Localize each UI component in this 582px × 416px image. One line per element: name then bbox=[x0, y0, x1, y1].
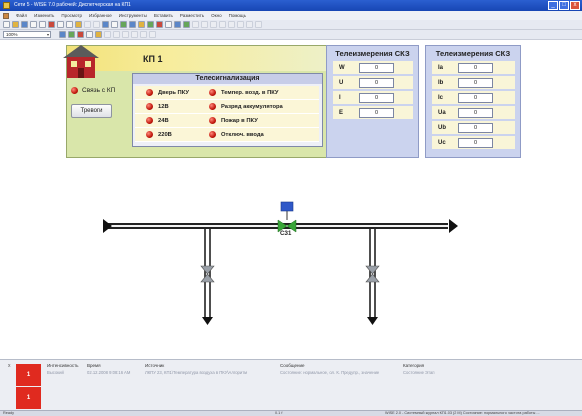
pipeline-schematic bbox=[103, 201, 458, 325]
paste-icon[interactable] bbox=[66, 21, 73, 28]
page-icon[interactable] bbox=[86, 31, 93, 38]
status-right: WISE 2.0 - Системный журнал КП1.03 (2 М)… bbox=[385, 411, 540, 415]
pointer-icon[interactable] bbox=[102, 21, 109, 28]
fit-icon[interactable] bbox=[68, 31, 75, 38]
cell-category: Состояние Этап bbox=[403, 370, 435, 375]
folder-icon[interactable] bbox=[95, 31, 102, 38]
undo-icon[interactable] bbox=[84, 21, 91, 28]
preview-icon[interactable] bbox=[39, 21, 46, 28]
tool-icon[interactable] bbox=[219, 21, 226, 28]
inlet-arrow-icon bbox=[103, 219, 112, 233]
menu-file[interactable]: Файл bbox=[16, 13, 27, 18]
align-icon[interactable] bbox=[113, 31, 120, 38]
tool-icon[interactable] bbox=[210, 21, 217, 28]
event-log-severity: x 1 1 bbox=[8, 363, 41, 409]
minimize-button[interactable]: _ bbox=[548, 1, 558, 10]
run-icon[interactable] bbox=[183, 21, 190, 28]
tool-icon[interactable] bbox=[255, 21, 262, 28]
cell-intensity: Высокий bbox=[47, 370, 64, 375]
column-header-intensity[interactable]: Интенсивность bbox=[47, 363, 87, 368]
branch-arrow-icon bbox=[367, 317, 378, 325]
menubar: Файл Изменить Просмотр Избранное Инструм… bbox=[0, 11, 582, 20]
align-icon[interactable] bbox=[149, 31, 156, 38]
zoom-in-icon[interactable] bbox=[174, 21, 181, 28]
cell-time: 02.12.2008 9:08:16 AM bbox=[87, 370, 131, 375]
column-header-time[interactable]: Время bbox=[87, 363, 145, 368]
app-icon bbox=[3, 2, 10, 9]
align-icon[interactable] bbox=[122, 31, 129, 38]
actuator-icon bbox=[280, 201, 294, 212]
main-pipe bbox=[104, 223, 448, 229]
menu-favorites[interactable]: Избранное bbox=[89, 13, 112, 18]
tool-icon[interactable] bbox=[192, 21, 199, 28]
cell-message: Состояние: нормальное, ол. К. Предупр., … bbox=[280, 370, 380, 375]
column-header-category[interactable]: Категория bbox=[403, 363, 473, 368]
window-title: Сети 5 - WISE 7.0 рабочей: Диспетчерская… bbox=[14, 2, 131, 8]
align-icon[interactable] bbox=[131, 31, 138, 38]
column-header-source[interactable]: Источник bbox=[145, 363, 280, 368]
stop-icon[interactable] bbox=[77, 31, 84, 38]
maximize-button[interactable]: □ bbox=[559, 1, 569, 10]
formatting-toolbar: 100% ▾ bbox=[0, 30, 582, 40]
event-log-header: Интенсивность Время Источник Сообщение К… bbox=[47, 363, 473, 368]
cell-source: ЛКПУ 23, КП1\Температура воздуха в ПКУ\А… bbox=[145, 370, 248, 375]
connector-icon[interactable] bbox=[120, 21, 127, 28]
copy-icon[interactable] bbox=[57, 21, 64, 28]
branch-valve-left[interactable] bbox=[200, 265, 215, 283]
table-row[interactable]: Высокий 02.12.2008 9:08:16 AM ЛКПУ 23, К… bbox=[47, 370, 473, 375]
line-color-icon[interactable] bbox=[156, 21, 163, 28]
align-icon[interactable] bbox=[104, 31, 111, 38]
close-button[interactable]: x bbox=[570, 1, 580, 10]
close-icon[interactable]: x bbox=[8, 363, 11, 369]
column-header-message[interactable]: Сообщение bbox=[280, 363, 403, 368]
tool-icon[interactable] bbox=[246, 21, 253, 28]
document-icon[interactable] bbox=[3, 12, 9, 19]
menu-window[interactable]: Окно bbox=[211, 13, 221, 18]
event-log-panel: x 1 1 Интенсивность Время Источник Сообщ… bbox=[0, 359, 582, 410]
text-icon[interactable] bbox=[111, 21, 118, 28]
window-titlebar: Сети 5 - WISE 7.0 рабочей: Диспетчерская… bbox=[0, 0, 582, 11]
window-controls: _ □ x bbox=[548, 1, 580, 10]
align-icon[interactable] bbox=[140, 31, 147, 38]
open-icon[interactable] bbox=[12, 21, 19, 28]
zoom-icon[interactable] bbox=[59, 31, 66, 38]
severity-indicator[interactable]: 1 bbox=[16, 387, 41, 409]
status-middle: 0.1 f bbox=[275, 411, 283, 415]
menu-insert[interactable]: Вставить bbox=[154, 13, 173, 18]
standard-toolbar bbox=[0, 20, 582, 30]
tool-icon[interactable] bbox=[201, 21, 208, 28]
format-painter-icon[interactable] bbox=[75, 21, 82, 28]
statusbar: Ready 0.1 f WISE 2.0 - Системный журнал … bbox=[0, 410, 582, 416]
cut-icon[interactable] bbox=[48, 21, 55, 28]
menu-tools[interactable]: Инструменты bbox=[119, 13, 147, 18]
menu-help[interactable]: Помощь bbox=[229, 13, 246, 18]
zoom-value: 100% bbox=[6, 32, 18, 37]
layers-icon[interactable] bbox=[138, 21, 145, 28]
new-icon[interactable] bbox=[3, 21, 10, 28]
outlet-arrow-icon bbox=[449, 219, 458, 233]
branch-arrow-icon bbox=[202, 317, 213, 325]
menu-view[interactable]: Просмотр bbox=[61, 13, 82, 18]
drawing-workspace[interactable]: КП 1 Связь с КП Тревоги Телесигнализация… bbox=[0, 41, 582, 359]
menu-arrange[interactable]: Разместить bbox=[180, 13, 204, 18]
zoom-select[interactable]: 100% ▾ bbox=[3, 31, 51, 38]
fill-icon[interactable] bbox=[147, 21, 154, 28]
shapes-icon[interactable] bbox=[129, 21, 136, 28]
menu-edit[interactable]: Изменить bbox=[34, 13, 54, 18]
save-icon[interactable] bbox=[21, 21, 28, 28]
chevron-down-icon: ▾ bbox=[46, 32, 49, 37]
tool-icon[interactable] bbox=[228, 21, 235, 28]
print-icon[interactable] bbox=[30, 21, 37, 28]
severity-indicator[interactable]: 1 bbox=[16, 364, 41, 386]
redo-icon[interactable] bbox=[93, 21, 100, 28]
grid-icon[interactable] bbox=[165, 21, 172, 28]
main-valve-label: СЗ1 bbox=[280, 231, 292, 237]
branch-valve-right[interactable] bbox=[365, 265, 380, 283]
tool-icon[interactable] bbox=[237, 21, 244, 28]
status-ready: Ready bbox=[3, 411, 14, 415]
